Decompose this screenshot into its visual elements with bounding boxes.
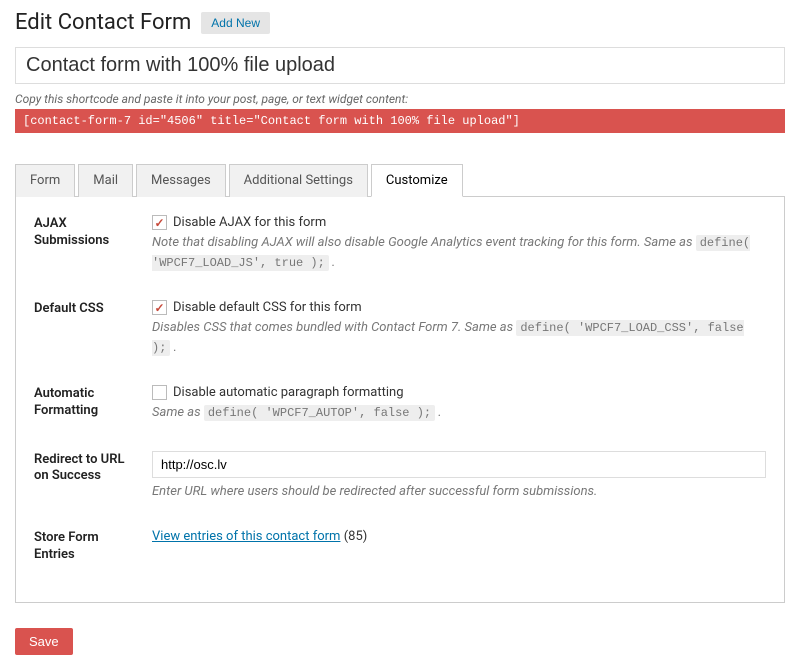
tabs: Form Mail Messages Additional Settings C… bbox=[15, 163, 785, 197]
save-button[interactable]: Save bbox=[15, 628, 73, 655]
autop-checkbox[interactable] bbox=[152, 385, 167, 400]
css-checkbox[interactable] bbox=[152, 300, 167, 315]
ajax-label: AJAX Submissions bbox=[34, 215, 134, 250]
setting-redirect: Redirect to URL on Success Enter URL whe… bbox=[34, 451, 766, 502]
css-label: Default CSS bbox=[34, 300, 134, 318]
shortcode-hint: Copy this shortcode and paste it into yo… bbox=[15, 92, 785, 106]
autop-label: Automatic Formatting bbox=[34, 385, 134, 420]
setting-ajax: AJAX Submissions Disable AJAX for this f… bbox=[34, 215, 766, 272]
ajax-checkbox[interactable] bbox=[152, 215, 167, 230]
ajax-description: Note that disabling AJAX will also disab… bbox=[152, 233, 766, 272]
redirect-description: Enter URL where users should be redirect… bbox=[152, 482, 766, 502]
view-entries-link[interactable]: View entries of this contact form bbox=[152, 529, 340, 544]
autop-description: Same as define( 'WPCF7_AUTOP', false ); … bbox=[152, 403, 766, 423]
redirect-label: Redirect to URL on Success bbox=[34, 451, 134, 486]
ajax-checkbox-label: Disable AJAX for this form bbox=[173, 215, 326, 230]
add-new-button[interactable]: Add New bbox=[201, 12, 270, 34]
autop-code: define( 'WPCF7_AUTOP', false ); bbox=[204, 405, 435, 421]
redirect-url-input[interactable] bbox=[152, 451, 766, 478]
page-title: Edit Contact Form bbox=[15, 10, 191, 35]
autop-checkbox-label: Disable automatic paragraph formatting bbox=[173, 385, 404, 400]
entries-label: Store Form Entries bbox=[34, 529, 134, 564]
setting-css: Default CSS Disable default CSS for this… bbox=[34, 300, 766, 357]
tab-customize[interactable]: Customize bbox=[371, 164, 463, 197]
css-description: Disables CSS that comes bundled with Con… bbox=[152, 318, 766, 357]
settings-panel: AJAX Submissions Disable AJAX for this f… bbox=[15, 197, 785, 603]
css-checkbox-label: Disable default CSS for this form bbox=[173, 300, 362, 315]
form-title-input[interactable] bbox=[15, 47, 785, 84]
setting-autop: Automatic Formatting Disable automatic p… bbox=[34, 385, 766, 423]
entries-count: (85) bbox=[344, 529, 368, 544]
shortcode-code[interactable]: [contact-form-7 id="4506" title="Contact… bbox=[15, 109, 785, 133]
setting-entries: Store Form Entries View entries of this … bbox=[34, 529, 766, 564]
tab-mail[interactable]: Mail bbox=[78, 164, 133, 197]
tab-messages[interactable]: Messages bbox=[136, 164, 226, 197]
tab-additional-settings[interactable]: Additional Settings bbox=[229, 164, 368, 197]
tab-form[interactable]: Form bbox=[15, 164, 75, 197]
